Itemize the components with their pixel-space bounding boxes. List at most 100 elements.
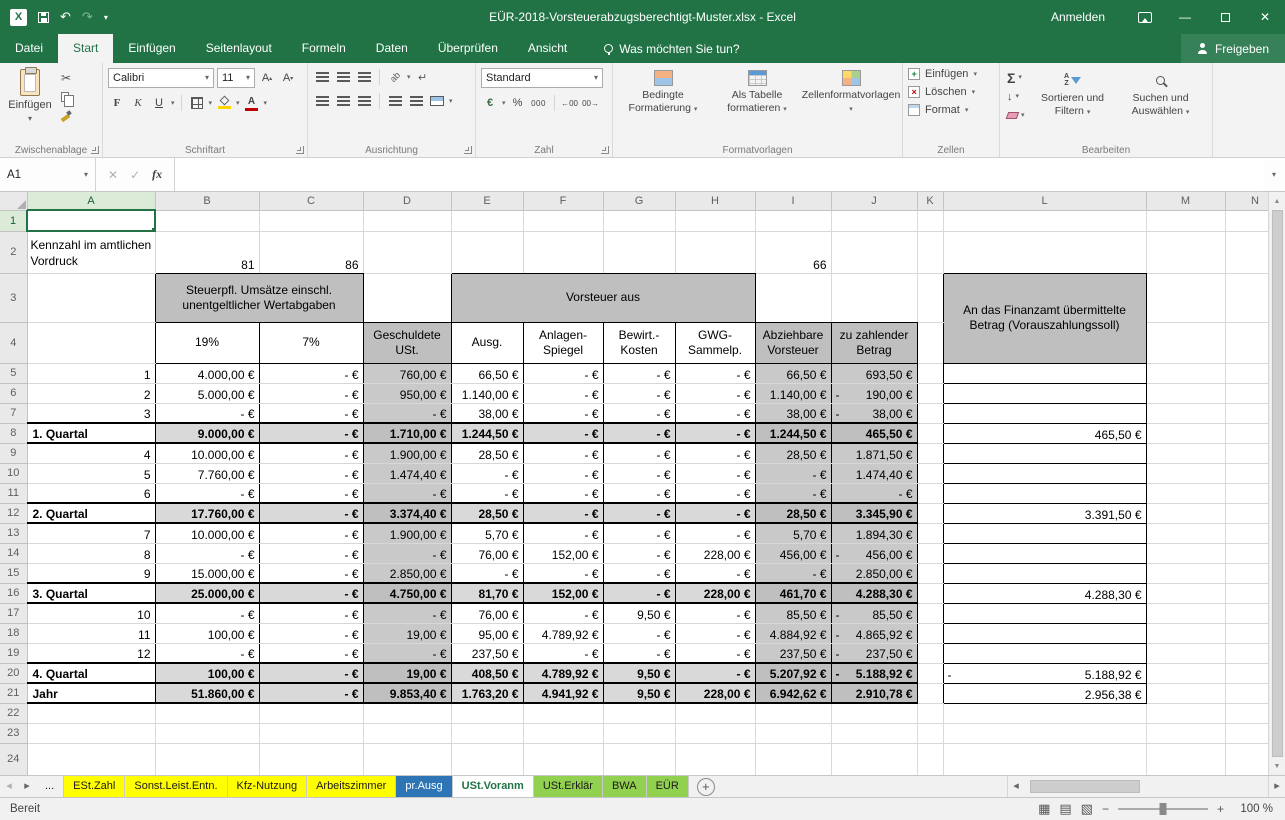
cell-f18[interactable]: 4.789,92 € (523, 623, 603, 643)
cell-g11[interactable]: - € (603, 483, 675, 503)
cell-g6[interactable]: - € (603, 383, 675, 403)
cell-m21[interactable] (1146, 683, 1225, 703)
cell-g14[interactable]: - € (603, 543, 675, 563)
cell-a13[interactable]: 7 (27, 523, 155, 543)
save-button[interactable] (38, 12, 49, 23)
cell-l22[interactable] (943, 703, 1146, 723)
bold-button[interactable]: F (108, 94, 126, 112)
cell-a17[interactable]: 10 (27, 603, 155, 623)
cell-a18[interactable]: 11 (27, 623, 155, 643)
cell-f4[interactable]: Anlagen-Spiegel (523, 322, 603, 363)
cell-a20[interactable]: 4. Quartal (27, 663, 155, 683)
cell-n6[interactable] (1225, 383, 1268, 403)
cell-n19[interactable] (1225, 643, 1268, 663)
cell-c21[interactable]: - € (259, 683, 363, 703)
cell-f9[interactable]: - € (523, 443, 603, 463)
row-header-16[interactable]: 16 (0, 583, 27, 603)
font-color-button[interactable]: A (243, 94, 261, 112)
cell-n4[interactable] (1225, 322, 1268, 363)
cell-m19[interactable] (1146, 643, 1225, 663)
cell-g21[interactable]: 9,50 € (603, 683, 675, 703)
cell-e12[interactable]: 28,50 € (451, 503, 523, 523)
cell-k24[interactable] (917, 743, 943, 775)
font-dialog-launcher[interactable] (296, 146, 304, 154)
cell-f13[interactable]: - € (523, 523, 603, 543)
cut-button[interactable]: ✂ (61, 70, 71, 85)
cell-g12[interactable]: - € (603, 503, 675, 523)
cell-d16[interactable]: 4.750,00 € (363, 583, 451, 603)
cell-f15[interactable]: - € (523, 563, 603, 583)
cell-f22[interactable] (523, 703, 603, 723)
cell-k16[interactable] (917, 583, 943, 603)
cell-a2[interactable]: Kennzahl im amtlichen Vordruck (27, 231, 155, 273)
cell-n1[interactable] (1225, 210, 1268, 231)
cell-g17[interactable]: 9,50 € (603, 603, 675, 623)
cell-m8[interactable] (1146, 423, 1225, 443)
cell-d2[interactable] (363, 231, 451, 273)
column-header-h[interactable]: H (675, 192, 755, 210)
delete-cells-button[interactable]: ×Löschen▾ (908, 86, 994, 98)
cell-f14[interactable]: 152,00 € (523, 543, 603, 563)
cell-c8[interactable]: - € (259, 423, 363, 443)
cell-j4[interactable]: zu zahlender Betrag (831, 322, 917, 363)
sheet-tab-kfz-nutzung[interactable]: Kfz-Nutzung (228, 776, 308, 797)
horizontal-scroll-thumb[interactable] (1030, 780, 1140, 793)
cell-n2[interactable] (1225, 231, 1268, 273)
cell-g9[interactable]: - € (603, 443, 675, 463)
cell-l24[interactable] (943, 743, 1146, 775)
cell-h15[interactable]: - € (675, 563, 755, 583)
format-as-table-button[interactable]: Als Tabelle formatieren ▾ (710, 65, 804, 114)
sheet-nav-left-arrow[interactable]: ◂ (0, 776, 18, 797)
cell-d13[interactable]: 1.900,00 € (363, 523, 451, 543)
cell-a16[interactable]: 3. Quartal (27, 583, 155, 603)
cell-k6[interactable] (917, 383, 943, 403)
font-name-select[interactable]: Calibri▾ (108, 68, 214, 88)
cell-h9[interactable]: - € (675, 443, 755, 463)
share-button[interactable]: Freigeben (1181, 34, 1285, 63)
cell-h18[interactable]: - € (675, 623, 755, 643)
cell-c18[interactable]: - € (259, 623, 363, 643)
find-select-button[interactable]: Suchen und Auswählen ▾ (1117, 65, 1205, 117)
cell-b16[interactable]: 25.000,00 € (155, 583, 259, 603)
horizontal-scrollbar[interactable] (1026, 780, 1266, 793)
insert-cells-button[interactable]: +Einfügen▾ (908, 68, 994, 80)
cell-e17[interactable]: 76,00 € (451, 603, 523, 623)
cell-m11[interactable] (1146, 483, 1225, 503)
cell-k10[interactable] (917, 463, 943, 483)
cell-e16[interactable]: 81,70 € (451, 583, 523, 603)
cell-g13[interactable]: - € (603, 523, 675, 543)
cell-a9[interactable]: 4 (27, 443, 155, 463)
cell-b8[interactable]: 9.000,00 € (155, 423, 259, 443)
cell-d21[interactable]: 9.853,40 € (363, 683, 451, 703)
cell-k22[interactable] (917, 703, 943, 723)
percent-style-button[interactable]: % (509, 94, 527, 112)
row-header-2[interactable]: 2 (0, 231, 27, 273)
cell-b2[interactable]: 81 (155, 231, 259, 273)
cell-k20[interactable] (917, 663, 943, 683)
row-header-6[interactable]: 6 (0, 383, 27, 403)
cell-h23[interactable] (675, 723, 755, 743)
cell-n18[interactable] (1225, 623, 1268, 643)
cell-i11[interactable]: - € (755, 483, 831, 503)
cell-k19[interactable] (917, 643, 943, 663)
hscroll-right-arrow[interactable]: ▸ (1268, 776, 1285, 797)
sort-filter-button[interactable]: AZ Sortieren und Filtern ▾ (1029, 65, 1117, 117)
cell-n12[interactable] (1225, 503, 1268, 523)
increase-font-size-button[interactable]: A▴ (258, 69, 276, 87)
cell-b17[interactable]: - € (155, 603, 259, 623)
cell-f8[interactable]: - € (523, 423, 603, 443)
cell-c4[interactable]: 7% (259, 322, 363, 363)
cell-h14[interactable]: 228,00 € (675, 543, 755, 563)
cell-m5[interactable] (1146, 363, 1225, 383)
cell-b14[interactable]: - € (155, 543, 259, 563)
cell-a21[interactable]: Jahr (27, 683, 155, 703)
sheet-tab-pr-ausg[interactable]: pr.Ausg (396, 776, 452, 797)
cell-b15[interactable]: 15.000,00 € (155, 563, 259, 583)
cell-i17[interactable]: 85,50 € (755, 603, 831, 623)
clipboard-dialog-launcher[interactable] (91, 146, 99, 154)
cell-l12[interactable]: 3.391,50 € (943, 503, 1146, 523)
cell-n15[interactable] (1225, 563, 1268, 583)
cell-h6[interactable]: - € (675, 383, 755, 403)
cell-i5[interactable]: 66,50 € (755, 363, 831, 383)
cell-m2[interactable] (1146, 231, 1225, 273)
